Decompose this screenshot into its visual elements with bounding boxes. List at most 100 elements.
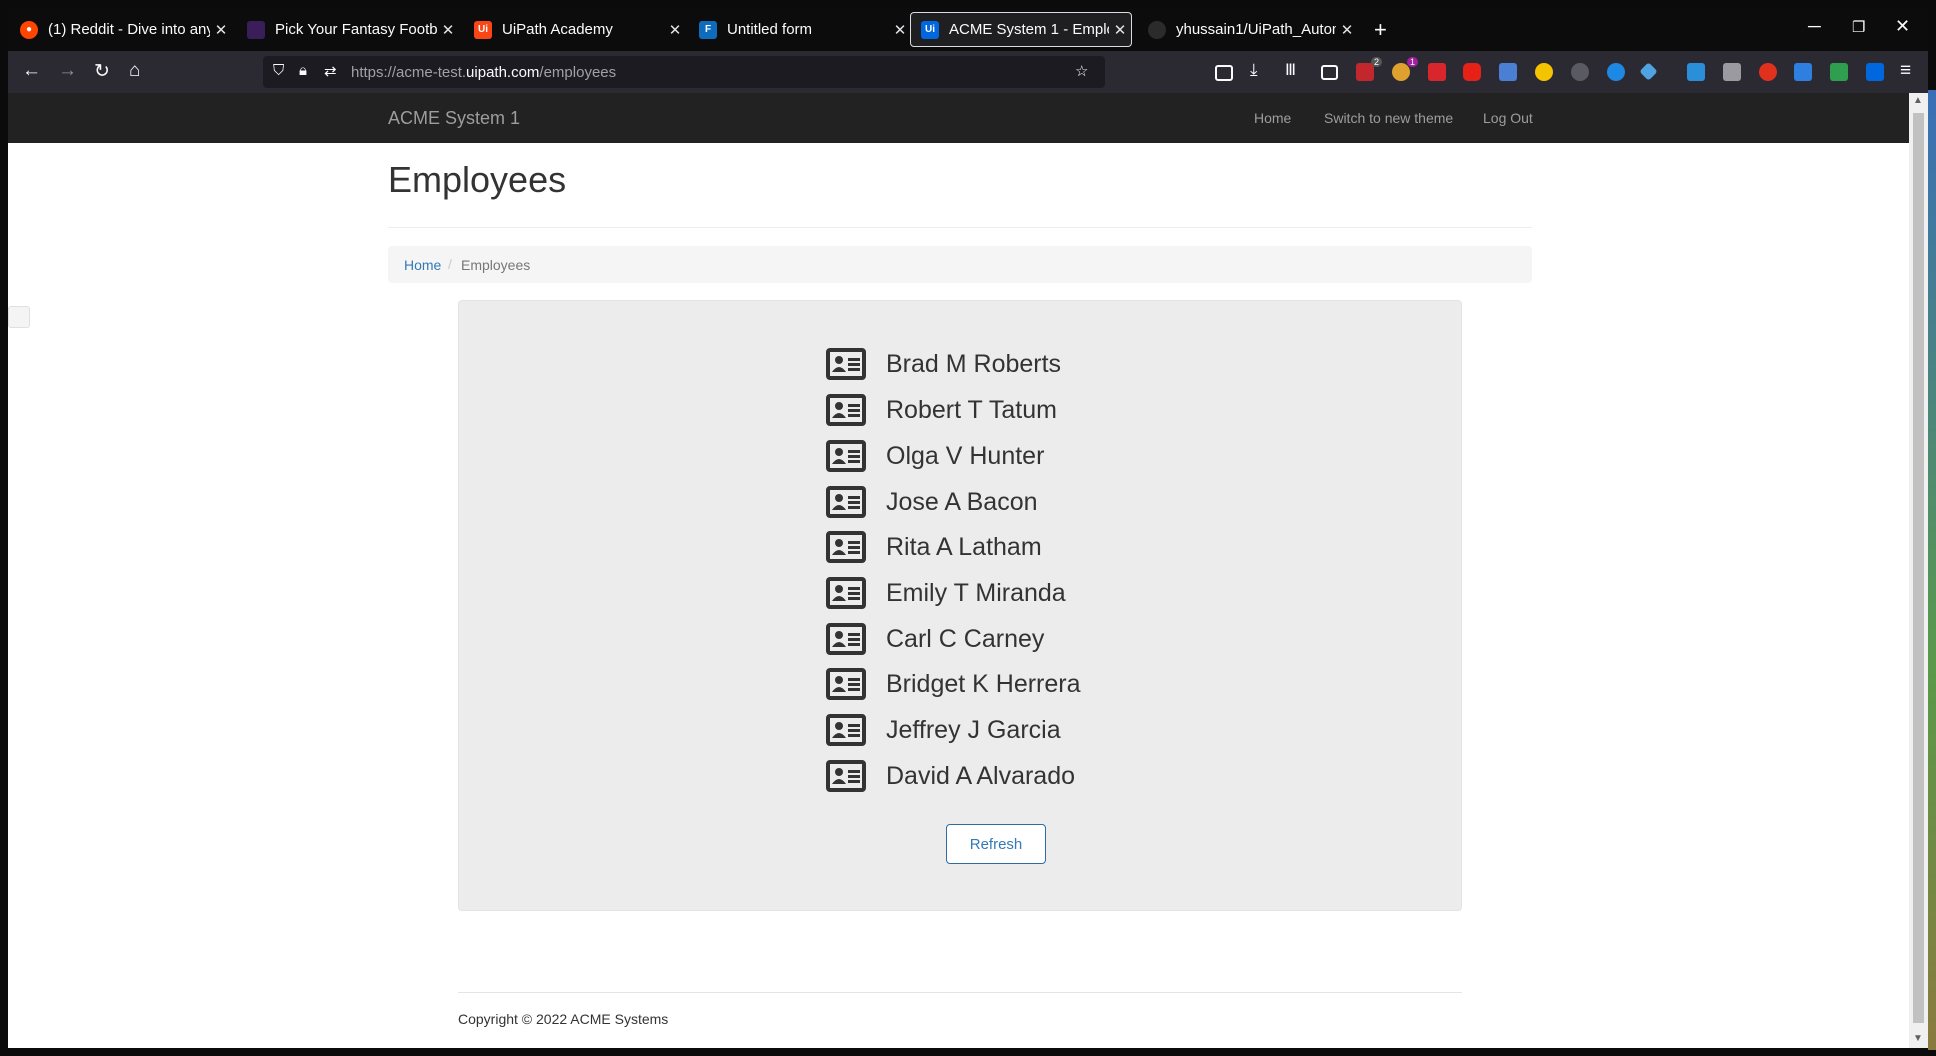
sidebar-icon[interactable]: [1321, 65, 1338, 80]
close-icon[interactable]: ✕: [437, 21, 459, 39]
close-icon[interactable]: ✕: [1336, 21, 1358, 39]
refresh-button[interactable]: Refresh: [946, 824, 1046, 864]
address-bar[interactable]: ⛉ 🔒︎ ⇄ https://acme-test.uipath.com/empl…: [263, 56, 1105, 88]
employee-name[interactable]: Carl C Carney: [886, 625, 1044, 654]
nav-home-link[interactable]: Home: [1254, 110, 1291, 126]
ublock-icon[interactable]: 2: [1356, 57, 1382, 81]
extension-icon[interactable]: 1: [1392, 57, 1418, 81]
tab-acme-employees[interactable]: Ui ACME System 1 - Employees ✕: [910, 12, 1132, 47]
tab-fantasy-football[interactable]: Pick Your Fantasy Football Team ✕: [237, 12, 459, 47]
scrollbar-thumb[interactable]: [1913, 113, 1924, 1023]
desktop-background-edge: [1928, 90, 1936, 1050]
back-icon[interactable]: ←: [22, 60, 41, 82]
employee-name[interactable]: Bridget K Herrera: [886, 670, 1081, 699]
pocket-icon[interactable]: [1215, 65, 1233, 81]
tab-title: (1) Reddit - Dive into anything: [48, 21, 210, 38]
close-icon[interactable]: ✕: [664, 21, 686, 39]
new-tab-icon[interactable]: +: [1374, 17, 1387, 43]
employee-item[interactable]: Olga V Hunter: [826, 438, 1146, 474]
extension-icon[interactable]: [1499, 63, 1517, 81]
employee-name[interactable]: Jeffrey J Garcia: [886, 716, 1061, 745]
reddit-icon: ●: [20, 20, 38, 39]
close-window-icon[interactable]: ✕: [1895, 16, 1910, 37]
library-icon[interactable]: Ⅲ: [1285, 60, 1296, 80]
employee-name[interactable]: David A Alvarado: [886, 762, 1075, 791]
site-brand[interactable]: ACME System 1: [388, 108, 520, 129]
close-icon[interactable]: ✕: [889, 21, 911, 39]
browser-window: ● (1) Reddit - Dive into anything ✕ Pick…: [8, 8, 1928, 1048]
site-navbar: ACME System 1 Home Switch to new theme L…: [8, 93, 1909, 143]
lock-icon[interactable]: 🔒︎: [299, 62, 307, 79]
id-card-icon: [826, 531, 866, 563]
employee-item[interactable]: Robert T Tatum: [826, 392, 1146, 428]
id-card-icon: [826, 668, 866, 700]
downloads-icon[interactable]: ⤓: [1250, 60, 1258, 80]
nav-switch-theme-link[interactable]: Switch to new theme: [1324, 110, 1453, 126]
employee-name[interactable]: Rita A Latham: [886, 533, 1042, 562]
employee-name[interactable]: Jose A Bacon: [886, 488, 1038, 517]
reload-icon[interactable]: ↻: [94, 60, 110, 83]
forms-icon: F: [699, 20, 717, 39]
employee-item[interactable]: Rita A Latham: [826, 529, 1146, 565]
shield-icon[interactable]: ⛉: [273, 62, 284, 79]
breadcrumb-home-link[interactable]: Home: [404, 257, 441, 273]
extension-icon[interactable]: [1428, 63, 1446, 81]
employee-name[interactable]: Olga V Hunter: [886, 442, 1044, 471]
employee-name[interactable]: Emily T Miranda: [886, 579, 1066, 608]
extension-icon[interactable]: [1830, 63, 1848, 81]
home-icon[interactable]: ⌂: [129, 60, 140, 82]
tab-reddit[interactable]: ● (1) Reddit - Dive into anything ✕: [10, 12, 232, 47]
title-divider: [388, 227, 1532, 228]
extension-icon[interactable]: [1687, 63, 1705, 81]
id-card-icon: [826, 394, 866, 426]
scroll-down-icon[interactable]: ▼: [1913, 1033, 1923, 1044]
employee-item[interactable]: Jose A Bacon: [826, 484, 1146, 520]
tab-title: Pick Your Fantasy Football Team: [275, 21, 437, 38]
url-domain: uipath.com: [466, 64, 540, 81]
employee-item[interactable]: Jeffrey J Garcia: [826, 712, 1146, 748]
extension-icon[interactable]: [1794, 63, 1812, 81]
forward-icon[interactable]: →: [58, 60, 77, 82]
extension-icon[interactable]: [1759, 63, 1777, 81]
employee-item[interactable]: Emily T Miranda: [826, 575, 1146, 611]
tab-title: yhussain1/UiPath_Automation: [1176, 21, 1336, 38]
employee-item[interactable]: David A Alvarado: [826, 758, 1146, 794]
uipath-icon: Ui: [921, 20, 939, 39]
close-icon[interactable]: ✕: [210, 21, 232, 39]
vertical-scrollbar[interactable]: ▲ ▼: [1909, 93, 1928, 1048]
extension-icon[interactable]: [1639, 62, 1658, 81]
employee-list-panel: Brad M Roberts Robert T Tatum Olga V Hun…: [458, 300, 1462, 911]
permissions-icon[interactable]: ⇄: [324, 62, 337, 80]
tab-untitled-form[interactable]: F Untitled form ✕: [689, 12, 911, 47]
uipath-extension-icon[interactable]: [1866, 63, 1884, 81]
url-path: /employees: [539, 64, 617, 81]
minimize-icon[interactable]: ─: [1808, 16, 1821, 37]
employee-item[interactable]: Bridget K Herrera: [826, 666, 1146, 702]
id-card-icon: [826, 577, 866, 609]
tab-github[interactable]: yhussain1/UiPath_Automation ✕: [1138, 12, 1358, 47]
youtube-icon[interactable]: [1463, 63, 1481, 81]
page-title: Employees: [388, 159, 567, 200]
id-card-icon: [826, 623, 866, 655]
close-icon[interactable]: ✕: [1109, 21, 1131, 39]
tab-uipath-academy[interactable]: Ui UiPath Academy ✕: [464, 12, 686, 47]
employee-name[interactable]: Brad M Roberts: [886, 350, 1061, 379]
url-text[interactable]: https://acme-test.uipath.com/employees: [351, 64, 616, 81]
tab-title: UiPath Academy: [502, 21, 613, 38]
floating-widget[interactable]: [8, 306, 30, 328]
bookmark-star-icon[interactable]: ☆: [1075, 62, 1088, 80]
employee-item[interactable]: Carl C Carney: [826, 621, 1146, 657]
employee-item[interactable]: Brad M Roberts: [826, 346, 1146, 382]
navigation-toolbar: ← → ↻ ⌂ ⛉ 🔒︎ ⇄ https://acme-test.uipath.…: [8, 51, 1928, 93]
scroll-up-icon[interactable]: ▲: [1913, 95, 1923, 106]
menu-icon[interactable]: ≡: [1900, 60, 1911, 82]
download-helper-icon[interactable]: [1607, 63, 1625, 81]
dark-reader-icon[interactable]: [1535, 63, 1553, 81]
employee-name[interactable]: Robert T Tatum: [886, 396, 1057, 425]
nav-logout-link[interactable]: Log Out: [1483, 110, 1533, 126]
extension-icon[interactable]: [1723, 63, 1741, 81]
breadcrumb-separator: /: [448, 256, 452, 272]
footer-divider: [458, 992, 1462, 993]
search-icon[interactable]: [1571, 63, 1589, 81]
restore-icon[interactable]: ❐: [1852, 18, 1865, 36]
